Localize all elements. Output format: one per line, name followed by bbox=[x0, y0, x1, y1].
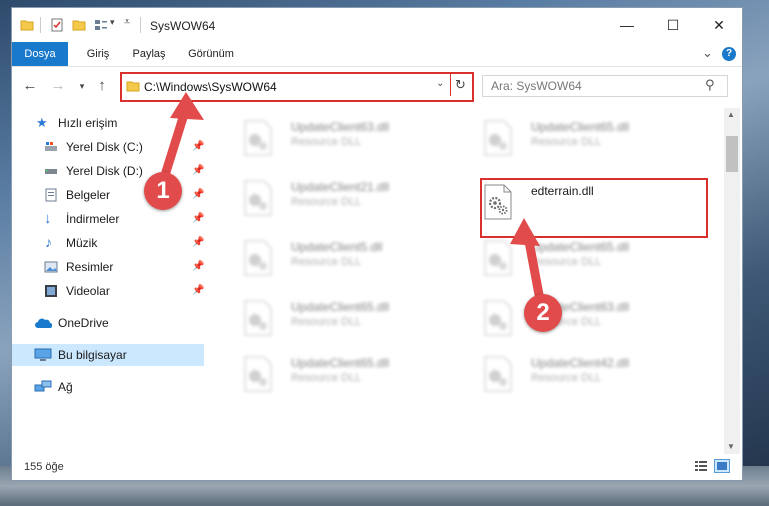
step-2-badge: 2 bbox=[524, 294, 562, 332]
arrow-head bbox=[170, 92, 204, 120]
annotation-arrows bbox=[161, 92, 545, 305]
arrow-head bbox=[510, 218, 540, 246]
step-1-badge: 1 bbox=[144, 172, 182, 210]
